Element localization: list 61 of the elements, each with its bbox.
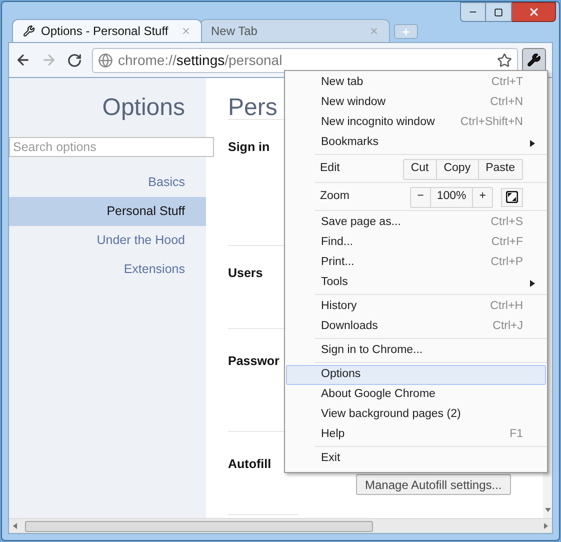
section-title: Sign in: [228, 140, 270, 154]
menu-item[interactable]: About Google Chrome: [286, 385, 546, 405]
bookmark-star-icon[interactable]: [497, 52, 512, 68]
wrench-icon: [23, 25, 35, 37]
submenu-arrow-icon: [530, 280, 535, 286]
sidebar-title: Options: [101, 93, 186, 123]
menu-item[interactable]: Sign in to Chrome...: [286, 341, 546, 361]
fullscreen-icon: [506, 191, 518, 203]
close-icon: [528, 6, 540, 18]
close-tab-icon[interactable]: [369, 26, 379, 36]
menu-item[interactable]: Help F1: [286, 425, 546, 445]
wrench-icon: [527, 53, 541, 67]
reload-icon[interactable]: [67, 52, 82, 68]
close-tab-icon[interactable]: [181, 26, 191, 36]
sidebar-nav-item[interactable]: Basics: [9, 168, 206, 197]
scroll-down-icon[interactable]: [544, 508, 550, 512]
close-button[interactable]: [512, 2, 556, 22]
search-field[interactable]: Search options: [9, 137, 214, 157]
horizontal-scrollbar[interactable]: [9, 518, 552, 533]
menu-item[interactable]: View background pages (2): [286, 405, 546, 425]
browser-tab[interactable]: New Tab: [200, 19, 390, 42]
menu-action-button[interactable]: Cut: [404, 160, 436, 178]
new-tab-button[interactable]: [394, 24, 418, 39]
menu-item[interactable]: Exit: [286, 449, 546, 469]
menu-action-button[interactable]: −: [411, 188, 430, 206]
wrench-button[interactable]: [522, 48, 546, 72]
address-bar[interactable]: chrome://settings/personal: [92, 48, 518, 72]
menu-item[interactable]: Find... Ctrl+F: [286, 233, 546, 253]
scroll-left-icon[interactable]: [13, 523, 17, 529]
menu-item[interactable]: Print... Ctrl+P: [286, 253, 546, 273]
menu-action-button[interactable]: Copy: [436, 160, 478, 178]
scrollbar-thumb[interactable]: [25, 520, 373, 532]
menu-item[interactable]: Options: [286, 365, 546, 385]
menu-action-button[interactable]: Paste: [478, 160, 522, 178]
maximize-button[interactable]: [486, 2, 512, 22]
manage-autofill-button[interactable]: Manage Autofill settings...: [356, 474, 511, 495]
section-title: Autofill: [228, 457, 272, 471]
menu-item[interactable]: Bookmarks: [286, 133, 546, 153]
menu-item[interactable]: New tab Ctrl+T: [286, 73, 546, 93]
scroll-right-icon[interactable]: [544, 523, 548, 529]
maximize-icon: [494, 8, 503, 16]
fullscreen-button[interactable]: [501, 188, 523, 206]
back-icon[interactable]: [15, 52, 31, 68]
browser-tab[interactable]: Options - Personal Stuff: [12, 19, 202, 42]
menu-item[interactable]: History Ctrl+H: [286, 297, 546, 317]
menu-item[interactable]: Save page as... Ctrl+S: [286, 213, 546, 233]
sidebar-nav-item[interactable]: Under the Hood: [9, 226, 206, 255]
menu-item[interactable]: Downloads Ctrl+J: [286, 317, 546, 337]
section-title: Users: [228, 266, 263, 280]
menu-action-button[interactable]: +: [472, 188, 492, 206]
menu-item[interactable]: Tools: [286, 273, 546, 293]
sidebar-nav-item[interactable]: Personal Stuff: [9, 197, 206, 226]
globe-icon: [98, 52, 113, 68]
menu-item-label: Zoom: [320, 189, 350, 204]
submenu-arrow-icon: [530, 140, 535, 146]
menu-item-label: Edit: [320, 161, 341, 176]
section-title: Passwor: [228, 354, 280, 368]
sidebar-nav-item[interactable]: Extensions: [9, 255, 206, 284]
menu-action-button[interactable]: 100%: [430, 188, 472, 206]
plus-icon: [401, 26, 411, 36]
address-text: chrome://settings/personal: [118, 50, 284, 70]
